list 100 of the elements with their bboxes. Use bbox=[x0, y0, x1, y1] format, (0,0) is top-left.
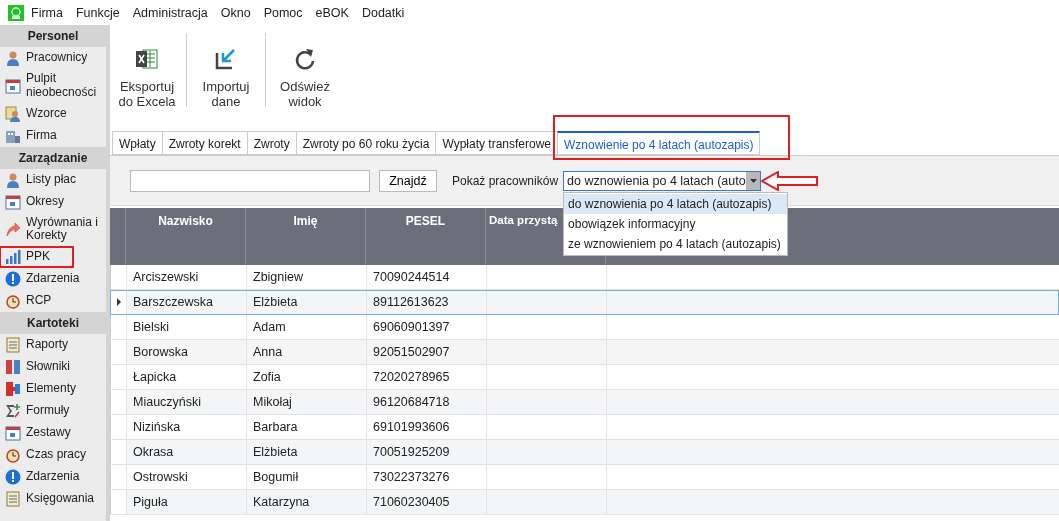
table-cell: Mikołaj bbox=[246, 390, 366, 414]
row-header-cell[interactable] bbox=[110, 340, 126, 364]
row-header-cell[interactable] bbox=[110, 440, 126, 464]
table-row[interactable]: Okrasa Elżbieta 70051925209 bbox=[110, 440, 1059, 465]
row-header-cell[interactable] bbox=[110, 390, 126, 414]
sidebar-section-header[interactable]: Personel bbox=[0, 25, 106, 47]
bars-icon bbox=[5, 249, 21, 266]
table-row[interactable]: Miauczyński Mikołaj 96120684718 bbox=[110, 390, 1059, 415]
tab[interactable]: Zwroty bbox=[246, 131, 296, 155]
menu-item[interactable]: Okno bbox=[220, 5, 251, 20]
import-icon bbox=[214, 47, 238, 71]
dropdown-option[interactable]: do wznowienia po 4 latach (autozapis) bbox=[564, 193, 787, 214]
formula-icon bbox=[5, 403, 21, 420]
employee-filter-dropdown[interactable]: do wznowienia po 4 latach (auto bbox=[563, 170, 762, 191]
table-cell: 92051502907 bbox=[366, 340, 486, 364]
table-row[interactable]: Arciszewski Zbigniew 70090244514 bbox=[110, 265, 1059, 290]
clock-icon bbox=[5, 447, 21, 464]
sidebar-item[interactable]: Raporty bbox=[0, 334, 106, 357]
table-row[interactable]: Piguła Katarzyna 71060230405 bbox=[110, 490, 1059, 515]
sidebar-item[interactable]: Zestawy bbox=[0, 422, 106, 445]
table-row[interactable]: Bielski Adam 69060901397 bbox=[110, 315, 1059, 340]
document-icon bbox=[5, 337, 21, 354]
tab[interactable]: Wznowienie po 4 latach (autozapis) bbox=[557, 131, 761, 155]
table-cell: 69101993606 bbox=[366, 415, 486, 439]
table-cell: Łapicka bbox=[126, 365, 246, 389]
table-cell: Anna bbox=[246, 340, 366, 364]
sidebar-section-header[interactable]: Kartoteki bbox=[0, 312, 106, 335]
sidebar-item[interactable]: Pracownicy bbox=[0, 47, 106, 69]
table-row[interactable]: Nizińska Barbara 69101993606 bbox=[110, 415, 1059, 440]
table-cell: Bielski bbox=[126, 315, 246, 339]
table-cell: Elżbieta bbox=[246, 440, 366, 464]
sidebar-item[interactable]: Zdarzenia bbox=[0, 466, 106, 489]
person-icon bbox=[5, 171, 21, 188]
clock-icon bbox=[5, 293, 21, 310]
refresh-button[interactable]: Odśwież widok bbox=[272, 33, 338, 110]
refresh-icon bbox=[293, 47, 317, 71]
search-field[interactable] bbox=[130, 169, 370, 192]
row-header-cell[interactable] bbox=[110, 290, 126, 314]
app-logo-icon bbox=[8, 4, 24, 21]
calendar-icon bbox=[5, 77, 21, 94]
tab[interactable]: Wypłaty transferowe bbox=[435, 131, 558, 155]
table-row[interactable]: Ostrowski Bogumił 73022373276 bbox=[110, 465, 1059, 490]
sidebar-item[interactable]: Listy płac bbox=[0, 168, 106, 191]
menu-item[interactable]: Pomoc bbox=[263, 5, 303, 20]
sidebar-item[interactable]: Elementy bbox=[0, 378, 106, 401]
table-cell: Elżbieta bbox=[246, 290, 366, 314]
find-button[interactable]: Znajdź bbox=[379, 169, 437, 192]
sidebar-item[interactable]: Okresy bbox=[0, 190, 106, 213]
table-cell: Borowska bbox=[126, 340, 246, 364]
export-button[interactable]: Eksportuj do Excela bbox=[114, 33, 180, 110]
sidebar-item[interactable]: Zdarzenia bbox=[0, 268, 106, 291]
table-cell: 71060230405 bbox=[366, 490, 486, 514]
menu-item[interactable]: Funkcje bbox=[75, 5, 120, 20]
row-header-cell[interactable] bbox=[110, 490, 126, 514]
sidebar-item[interactable]: Firma bbox=[0, 124, 106, 147]
sidebar-item[interactable]: Pulpit nieobecności bbox=[0, 69, 106, 103]
alert-icon bbox=[5, 271, 21, 288]
menu-item[interactable]: Dodatki bbox=[361, 5, 405, 20]
book-icon bbox=[5, 359, 21, 376]
tab[interactable]: Wpłaty bbox=[112, 131, 162, 155]
table-cell: 72020278965 bbox=[366, 365, 486, 389]
table-cell: Nizińska bbox=[126, 415, 246, 439]
table-cell: Bogumił bbox=[246, 465, 366, 489]
import-button[interactable]: Importuj dane bbox=[193, 33, 259, 110]
table-cell: Ostrowski bbox=[126, 465, 246, 489]
sidebar-item[interactable]: Czas pracy bbox=[0, 444, 106, 467]
table-cell: Adam bbox=[246, 315, 366, 339]
table-cell: 70051925209 bbox=[366, 440, 486, 464]
row-pointer-icon bbox=[116, 298, 121, 306]
menu-item[interactable]: Administracja bbox=[132, 5, 208, 20]
curve-icon bbox=[5, 221, 21, 238]
table-row[interactable]: Barszczewska Elżbieta 89112613623 bbox=[110, 290, 1059, 315]
tab[interactable]: Zwroty korekt bbox=[161, 131, 247, 155]
table-cell: 96120684718 bbox=[366, 390, 486, 414]
table-row[interactable]: Borowska Anna 92051502907 bbox=[110, 340, 1059, 365]
table-cell: Miauczyński bbox=[126, 390, 246, 414]
menu-item[interactable]: eBOK bbox=[315, 5, 349, 20]
sidebar-item[interactable]: Księgowania bbox=[0, 488, 106, 511]
table-cell: 89112613623 bbox=[366, 290, 486, 314]
table-cell: Zbigniew bbox=[246, 265, 366, 289]
filter-label: Pokaż pracowników bbox=[452, 173, 559, 188]
sidebar-item[interactable]: Wyrównania i Korekty bbox=[0, 212, 106, 247]
table-cell: Arciszewski bbox=[126, 265, 246, 289]
table-cell: Piguła bbox=[126, 490, 246, 514]
sidebar-section-header[interactable]: Zarządzanie bbox=[0, 146, 106, 169]
sidebar-item[interactable]: Formuły bbox=[0, 400, 106, 423]
table-cell: Barszczewska bbox=[126, 290, 246, 314]
sidebar-item[interactable]: Wzorce bbox=[0, 102, 106, 125]
tab[interactable]: Zwroty po 60 roku życia bbox=[295, 131, 436, 155]
table-cell: Zofia bbox=[246, 365, 366, 389]
sidebar-item[interactable]: PPK bbox=[0, 246, 106, 269]
calendar-icon bbox=[5, 425, 21, 442]
calendar-icon bbox=[5, 193, 21, 210]
menu-item[interactable]: Firma bbox=[31, 5, 63, 20]
table-cell: 73022373276 bbox=[366, 465, 486, 489]
sidebar-item[interactable]: RCP bbox=[0, 290, 106, 313]
table-row[interactable]: Łapicka Zofia 72020278965 bbox=[110, 365, 1059, 390]
document-icon bbox=[5, 491, 21, 508]
spreadsheet-icon bbox=[135, 47, 159, 71]
sidebar-item[interactable]: Słowniki bbox=[0, 356, 106, 379]
